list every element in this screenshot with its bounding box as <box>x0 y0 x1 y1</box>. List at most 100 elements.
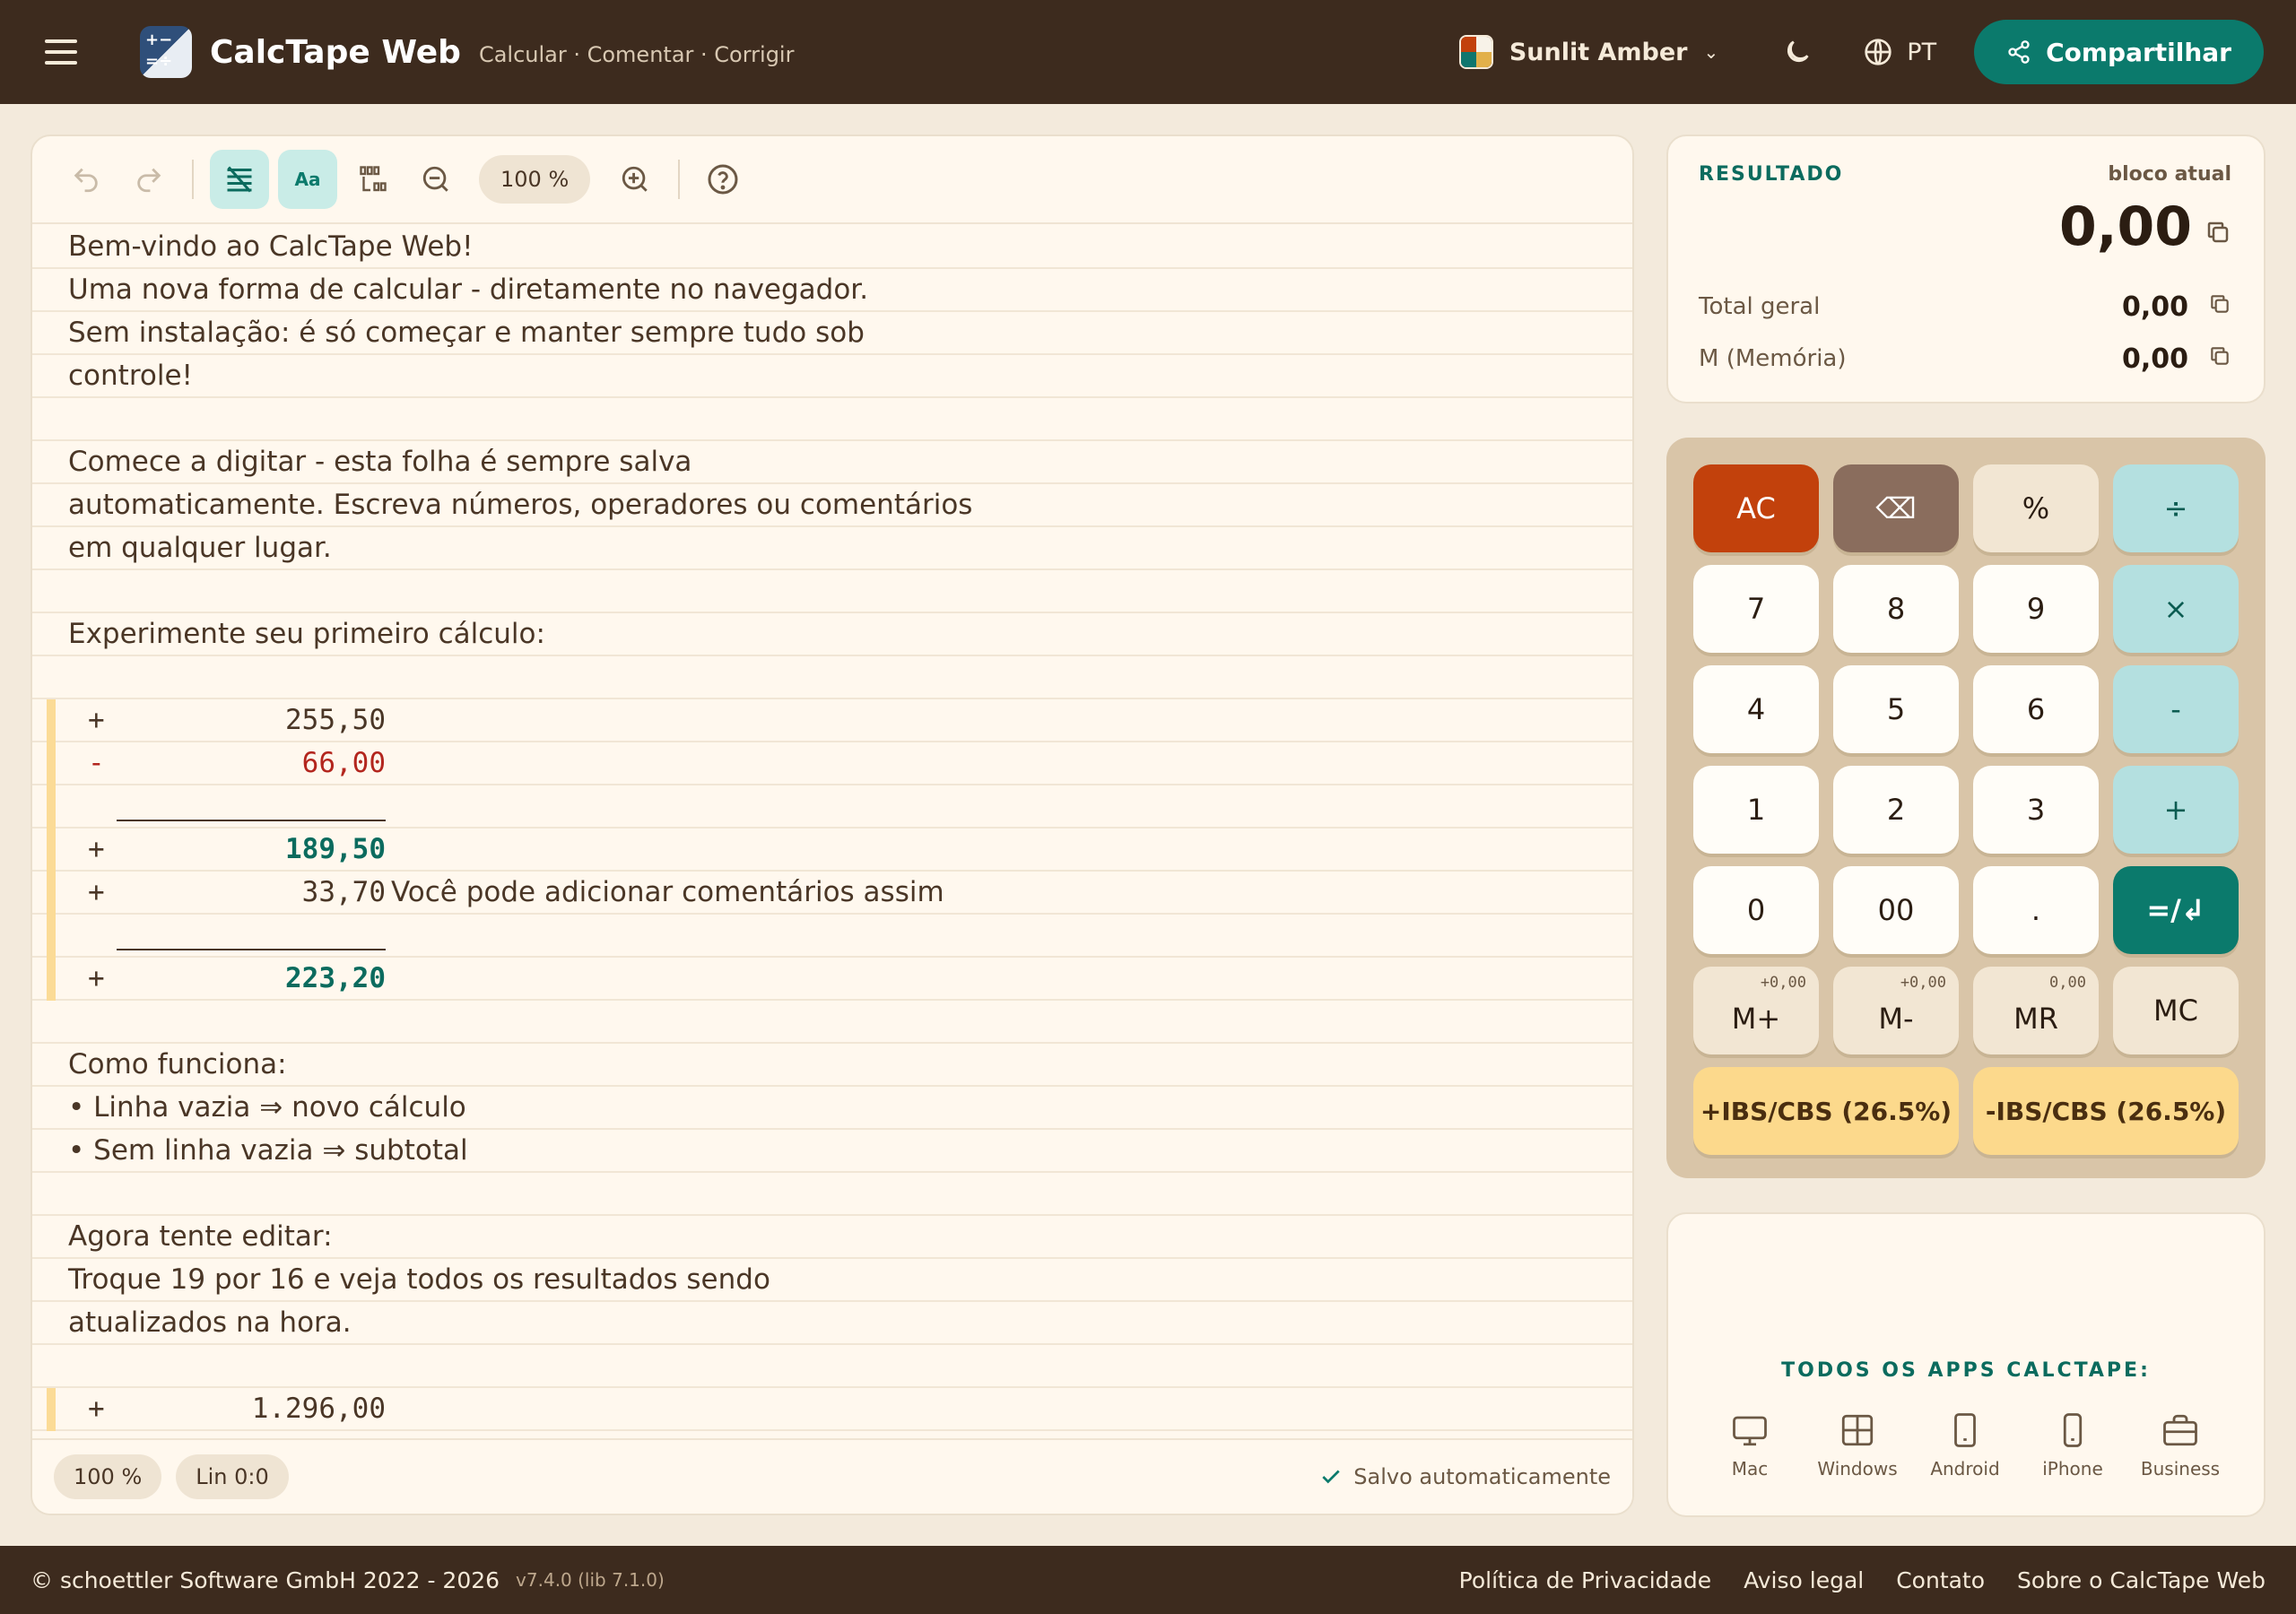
text-line[interactable]: Troque 19 por 16 e veja todos os resulta… <box>32 1259 1632 1302</box>
key-00[interactable]: 00 <box>1833 866 1959 954</box>
apps-panel: TODOS OS APPS CALCTAPE: Mac Windows Andr… <box>1666 1212 2266 1517</box>
app-label: Android <box>1930 1458 2000 1480</box>
autosave-status: Salvo automaticamente <box>1319 1464 1611 1489</box>
key-3[interactable]: 3 <box>1973 766 2099 854</box>
undo-button[interactable] <box>59 152 113 206</box>
tape-lines[interactable]: Bem-vindo ao CalcTape Web! Uma nova form… <box>32 226 1632 1514</box>
key-multiply[interactable]: × <box>2113 565 2239 653</box>
menu-button[interactable] <box>32 23 90 81</box>
key-8[interactable]: 8 <box>1833 565 1959 653</box>
undo-icon <box>74 168 98 193</box>
key-memory-minus[interactable]: +0,00 M- <box>1833 967 1959 1054</box>
tape-editor: Aa 100 % Bem-vindo ao CalcTape Web! Uma … <box>30 134 1634 1515</box>
text-line[interactable]: Como funciona: <box>32 1044 1632 1087</box>
key-percent[interactable]: % <box>1973 464 2099 552</box>
app-link-windows[interactable]: Windows <box>1808 1411 1907 1480</box>
text-line[interactable] <box>32 1173 1632 1216</box>
text-line[interactable] <box>32 1345 1632 1388</box>
key-7[interactable]: 7 <box>1693 565 1819 653</box>
calc-block-marker <box>47 742 56 785</box>
number-format-button[interactable] <box>346 152 400 206</box>
footer-link-legal[interactable]: Aviso legal <box>1744 1567 1864 1593</box>
footer-link-contact[interactable]: Contato <box>1896 1567 1985 1593</box>
key-2[interactable]: 2 <box>1833 766 1959 854</box>
briefcase-icon <box>2163 1414 2197 1446</box>
zoom-level[interactable]: 100 % <box>479 155 591 204</box>
copy-total-icon[interactable] <box>2208 292 2231 316</box>
zoom-in-icon <box>622 166 648 192</box>
toggle-lines-button[interactable] <box>210 150 269 209</box>
result-label: RESULTADO <box>1699 163 1844 186</box>
calc-line[interactable]: + 1.296,00 <box>32 1388 1632 1431</box>
app-link-mac[interactable]: Mac <box>1700 1411 1799 1480</box>
key-decimal[interactable]: . <box>1973 866 2099 954</box>
help-button[interactable] <box>696 152 750 206</box>
language-code: PT <box>1907 38 1937 66</box>
key-0[interactable]: 0 <box>1693 866 1819 954</box>
footer-link-privacy[interactable]: Política de Privacidade <box>1459 1567 1711 1593</box>
calc-block-marker <box>47 785 56 829</box>
text-line[interactable]: Comece a digitar - esta folha é sempre s… <box>32 441 1632 484</box>
key-1[interactable]: 1 <box>1693 766 1819 854</box>
app-link-iphone[interactable]: iPhone <box>2023 1411 2122 1480</box>
key-add-tax[interactable]: +IBS/CBS (26.5%) <box>1693 1067 1959 1155</box>
text-line[interactable]: Bem-vindo ao CalcTape Web! <box>32 226 1632 269</box>
moon-icon <box>1787 40 1809 63</box>
key-subtract[interactable]: - <box>2113 665 2239 753</box>
language-button[interactable]: PT <box>1864 38 1936 66</box>
key-memory-recall[interactable]: 0,00 MR <box>1973 967 2099 1054</box>
key-memory-plus[interactable]: +0,00 M+ <box>1693 967 1819 1054</box>
text-line[interactable]: automaticamente. Escreva números, operad… <box>32 484 1632 527</box>
text-line[interactable] <box>32 1001 1632 1044</box>
share-icon <box>2008 40 2030 64</box>
zoom-in-button[interactable] <box>608 152 662 206</box>
text-line[interactable]: em qualquer lugar. <box>32 527 1632 570</box>
status-cursor-position: Lin 0:0 <box>176 1454 289 1499</box>
text-line[interactable]: Uma nova forma de calcular - diretamente… <box>32 269 1632 312</box>
key-remove-tax[interactable]: -IBS/CBS (26.5%) <box>1973 1067 2239 1155</box>
text-line[interactable]: Sem instalação: é só começar e manter se… <box>32 312 1632 355</box>
key-4[interactable]: 4 <box>1693 665 1819 753</box>
text-line[interactable]: controle! <box>32 355 1632 398</box>
calc-value: 33,70 <box>301 876 386 908</box>
chevron-down-icon: ⌄ <box>1703 41 1719 63</box>
zoom-out-button[interactable] <box>409 152 463 206</box>
text-format-button[interactable]: Aa <box>278 150 337 209</box>
text-line[interactable]: atualizados na hora. <box>32 1302 1632 1345</box>
share-button[interactable]: Compartilhar <box>1974 20 2264 84</box>
key-backspace[interactable]: ⌫ <box>1833 464 1959 552</box>
text-line[interactable]: • Sem linha vazia ⇒ subtotal <box>32 1130 1632 1173</box>
text-line[interactable] <box>32 570 1632 613</box>
footer-link-about[interactable]: Sobre o CalcTape Web <box>2017 1567 2266 1593</box>
subtotal-rule <box>117 820 386 821</box>
key-divide[interactable]: ÷ <box>2113 464 2239 552</box>
text-line[interactable] <box>32 398 1632 441</box>
key-memory-clear[interactable]: MC <box>2113 967 2239 1054</box>
calc-line[interactable]: + 33,70 Você pode adicionar comentários … <box>32 872 1632 915</box>
calc-total-line[interactable]: + 223,20 <box>32 958 1632 1001</box>
copy-memory-icon[interactable] <box>2208 344 2231 368</box>
key-clear-all[interactable]: AC <box>1693 464 1819 552</box>
text-line[interactable] <box>32 656 1632 699</box>
calc-subtotal-line[interactable]: + 189,50 <box>32 829 1632 872</box>
dark-mode-button[interactable] <box>1776 30 1819 74</box>
app-link-business[interactable]: Business <box>2131 1411 2230 1480</box>
calc-line[interactable]: + 255,50 <box>32 699 1632 742</box>
copy-result-icon[interactable] <box>2205 219 2231 246</box>
key-9[interactable]: 9 <box>1973 565 2099 653</box>
subtotal-rule-line <box>32 915 1632 958</box>
text-line[interactable]: Experimente seu primeiro cálculo: <box>32 613 1632 656</box>
app-tagline: Calcular · Comentar · Corrigir <box>478 42 795 67</box>
key-5[interactable]: 5 <box>1833 665 1959 753</box>
calc-line[interactable]: - 66,00 <box>32 742 1632 785</box>
text-line[interactable]: Agora tente editar: <box>32 1216 1632 1259</box>
key-6[interactable]: 6 <box>1973 665 2099 753</box>
app-link-android[interactable]: Android <box>1916 1411 2014 1480</box>
status-zoom[interactable]: 100 % <box>54 1454 162 1499</box>
top-bar: CalcTape Web Calcular · Comentar · Corri… <box>0 0 2296 104</box>
redo-button[interactable] <box>122 152 176 206</box>
theme-select[interactable]: Sunlit Amber ⌄ <box>1458 35 1719 69</box>
key-equals-enter[interactable]: =/↲ <box>2113 866 2239 954</box>
key-add[interactable]: + <box>2113 766 2239 854</box>
text-line[interactable]: • Linha vazia ⇒ novo cálculo <box>32 1087 1632 1130</box>
